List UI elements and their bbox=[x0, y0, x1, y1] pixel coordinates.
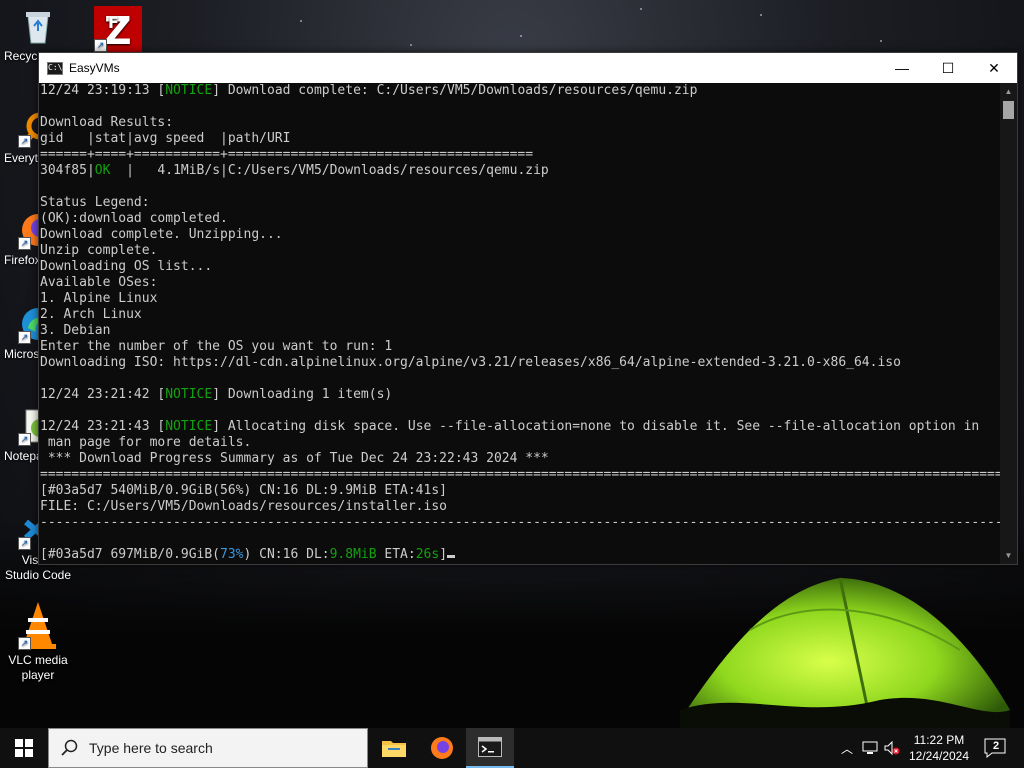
terminal-line: ​ bbox=[40, 99, 1000, 115]
taskbar-search-box[interactable]: Type here to search bbox=[48, 728, 368, 768]
windows-logo-icon bbox=[15, 739, 33, 757]
scrollbar-thumb[interactable] bbox=[1003, 101, 1014, 119]
desktop-icon-filezilla[interactable]: ZF ↗ bbox=[84, 6, 152, 55]
minimize-button[interactable]: — bbox=[879, 53, 925, 83]
terminal-line: ======+====+===========+================… bbox=[40, 147, 534, 162]
clock-date: 12/24/2024 bbox=[908, 749, 970, 763]
taskbar: Type here to search ︿ 11:22 PM 12/24/202… bbox=[0, 728, 1024, 768]
terminal-line: FILE: C:/Users/VM5/Downloads/resources/i… bbox=[40, 499, 447, 514]
console-icon: C:\ bbox=[47, 61, 63, 75]
vertical-scrollbar[interactable]: ▲ ▼ bbox=[1000, 83, 1017, 564]
terminal-icon bbox=[478, 737, 502, 757]
chevron-up-icon: ︿ bbox=[840, 741, 853, 756]
desktop-icon-label: Notepad++ bbox=[4, 449, 38, 463]
shortcut-arrow-icon: ↗ bbox=[18, 237, 31, 250]
taskbar-app-terminal[interactable] bbox=[466, 728, 514, 768]
terminal-line: 12/24 23:19:13 [NOTICE] Download complet… bbox=[40, 83, 698, 98]
text-cursor bbox=[447, 555, 456, 558]
taskbar-app-file-explorer[interactable] bbox=[370, 728, 418, 768]
terminal-line: *** Download Progress Summary as of Tue … bbox=[40, 451, 549, 466]
terminal-line: Downloading OS list... bbox=[40, 259, 213, 274]
desktop-icon-label: VLC media player bbox=[8, 653, 68, 682]
terminal-line: ​ bbox=[40, 371, 1000, 387]
network-status[interactable] bbox=[860, 728, 880, 768]
volume-muted-icon bbox=[884, 741, 900, 755]
shortcut-arrow-icon: ↗ bbox=[18, 331, 31, 344]
scroll-down-icon[interactable]: ▼ bbox=[1000, 547, 1017, 564]
svg-text:F: F bbox=[108, 13, 119, 32]
terminal-line: Status Legend: bbox=[40, 195, 150, 210]
search-icon bbox=[61, 739, 78, 756]
terminal-line: Enter the number of the OS you want to r… bbox=[40, 339, 393, 354]
shortcut-arrow-icon: ↗ bbox=[18, 135, 31, 148]
tent-illustration bbox=[680, 577, 1010, 730]
terminal-line: 12/24 23:21:43 [NOTICE] Allocating disk … bbox=[40, 419, 980, 434]
firefox-icon bbox=[431, 737, 453, 759]
desktop-icon-vlc[interactable]: ↗ VLC media player bbox=[4, 600, 72, 683]
terminal-line: 3. Debian bbox=[40, 323, 111, 338]
filezilla-icon: ZF ↗ bbox=[94, 6, 142, 53]
terminal-line: 12/24 23:21:42 [NOTICE] Downloading 1 it… bbox=[40, 387, 393, 402]
terminal-line: ​ bbox=[40, 403, 1000, 419]
shortcut-arrow-icon: ↗ bbox=[18, 637, 31, 650]
notification-center-button[interactable]: 2 bbox=[980, 728, 1010, 768]
terminal-line: gid |stat|avg speed |path/URI bbox=[40, 131, 291, 146]
terminal-line: 1. Alpine Linux bbox=[40, 291, 158, 306]
maximize-button[interactable]: ☐ bbox=[925, 53, 971, 83]
terminal-line: ----------------------------------------… bbox=[40, 515, 1000, 530]
terminal-output[interactable]: 12/24 23:19:13 [NOTICE] Download complet… bbox=[39, 83, 1000, 564]
terminal-line: (OK):download completed. bbox=[40, 211, 228, 226]
clock-time: 11:22 PM bbox=[913, 733, 965, 747]
terminal-line: 304f85|OK | 4.1MiB/s|C:/Users/VM5/Downlo… bbox=[40, 163, 549, 178]
desktop-icon-label: Everything bbox=[4, 151, 38, 165]
terminal-line: ​ bbox=[40, 531, 1000, 547]
window-titlebar[interactable]: C:\ EasyVMs — ☐ ✕ bbox=[39, 53, 1017, 83]
terminal-line: 2. Arch Linux bbox=[40, 307, 142, 322]
terminal-line: [#03a5d7 540MiB/0.9GiB(56%) CN:16 DL:9.9… bbox=[40, 483, 447, 498]
terminal-line: Available OSes: bbox=[40, 275, 158, 290]
scroll-up-icon[interactable]: ▲ bbox=[1000, 83, 1017, 100]
close-button[interactable]: ✕ bbox=[971, 53, 1017, 83]
desktop-icon-label: Microsoft Edge bbox=[4, 347, 38, 361]
terminal-line: Downloading ISO: https://dl-cdn.alpineli… bbox=[40, 355, 901, 370]
desktop-icon-label: Firefox bbox=[4, 253, 38, 267]
terminal-line: ​ bbox=[40, 179, 1000, 195]
shortcut-arrow-icon: ↗ bbox=[18, 433, 31, 446]
network-icon bbox=[862, 741, 878, 754]
terminal-line: Unzip complete. bbox=[40, 243, 158, 258]
terminal-line: [#03a5d7 697MiB/0.9GiB(73%) CN:16 DL:9.8… bbox=[40, 547, 1000, 563]
taskbar-clock[interactable]: 11:22 PM 12/24/2024 bbox=[900, 732, 978, 764]
window-title: EasyVMs bbox=[69, 61, 120, 75]
terminal-line: Download Results: bbox=[40, 115, 174, 130]
start-button[interactable] bbox=[0, 728, 48, 768]
volume-status[interactable] bbox=[882, 728, 902, 768]
shortcut-arrow-icon: ↗ bbox=[18, 537, 31, 550]
recycle-bin-icon bbox=[18, 6, 58, 46]
search-placeholder: Type here to search bbox=[89, 740, 213, 756]
terminal-line: ========================================… bbox=[40, 467, 1000, 482]
vlc-icon: ↗ bbox=[18, 600, 58, 650]
terminal-line: Download complete. Unzipping... bbox=[40, 227, 283, 242]
terminal-window[interactable]: C:\ EasyVMs — ☐ ✕ 12/24 23:19:13 [NOTICE… bbox=[38, 52, 1018, 565]
taskbar-app-firefox[interactable] bbox=[418, 728, 466, 768]
desktop-icon-label: Recycle Bin bbox=[4, 49, 38, 63]
terminal-line: man page for more details. bbox=[40, 435, 252, 450]
shortcut-arrow-icon: ↗ bbox=[94, 39, 107, 52]
show-hidden-icons-button[interactable]: ︿ bbox=[838, 728, 856, 768]
notification-count-badge: 2 bbox=[993, 740, 1000, 752]
folder-icon bbox=[382, 741, 406, 757]
